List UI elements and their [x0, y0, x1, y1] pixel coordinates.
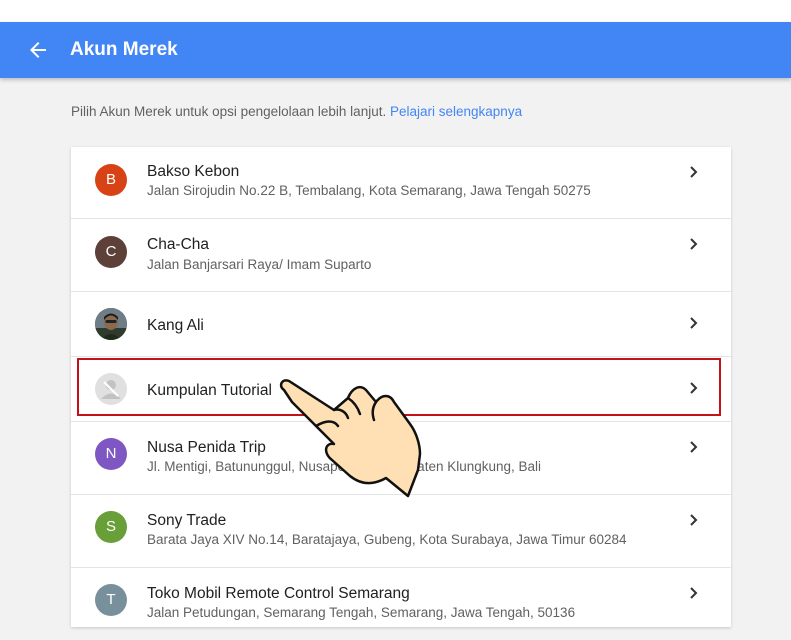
intro-description: Pilih Akun Merek untuk opsi pengelolaan … [71, 104, 387, 119]
chevron-right-icon [690, 587, 698, 599]
back-arrow-icon[interactable] [26, 38, 50, 62]
account-name: Kang Ali [147, 317, 204, 334]
account-row-kang-ali[interactable]: Kang Ali [71, 292, 731, 357]
page-title: Akun Merek [70, 39, 178, 60]
chevron-right-icon [690, 441, 698, 453]
chevron-right-icon [690, 382, 698, 394]
account-address: Jl. Mentigi, Batununggul, Nusapenida, Ka… [147, 459, 542, 474]
account-name: Bakso Kebon [147, 163, 240, 180]
account-address: Barata Jaya XIV No.14, Baratajaya, Guben… [147, 532, 627, 547]
account-row-nusa-penida-trip[interactable]: N Nusa Penida Trip Jl. Mentigi, Batunung… [71, 422, 731, 495]
account-row-kumpulan-tutorial[interactable]: Kumpulan Tutorial [71, 357, 731, 422]
account-row-bakso-kebon[interactable]: B Bakso Kebon Jalan Sirojudin No.22 B, T… [71, 147, 731, 219]
account-name: Cha-Cha [147, 236, 210, 253]
avatar: T [95, 584, 127, 616]
account-row-sony-trade[interactable]: S Sony Trade Barata Jaya XIV No.14, Bara… [71, 495, 731, 568]
default-person-icon [95, 373, 127, 405]
chevron-right-icon [690, 514, 698, 526]
app-bar: Akun Merek [0, 22, 791, 78]
account-name: Nusa Penida Trip [147, 439, 266, 456]
chevron-right-icon [690, 166, 698, 178]
chevron-right-icon [690, 238, 698, 250]
avatar: N [95, 438, 127, 470]
account-row-cha-cha[interactable]: C Cha-Cha Jalan Banjarsari Raya/ Imam Su… [71, 219, 731, 292]
account-name: Toko Mobil Remote Control Semarang [147, 585, 410, 602]
avatar: C [95, 236, 127, 268]
chevron-right-icon [690, 317, 698, 329]
avatar: S [95, 511, 127, 543]
person-photo-avatar [95, 308, 127, 340]
account-address: Jalan Sirojudin No.22 B, Tembalang, Kota… [147, 183, 591, 198]
brand-account-list: B Bakso Kebon Jalan Sirojudin No.22 B, T… [71, 147, 731, 627]
top-strip [0, 0, 791, 22]
account-name: Kumpulan Tutorial [147, 382, 272, 399]
avatar: B [95, 164, 127, 196]
account-address: Jalan Petudungan, Semarang Tengah, Semar… [147, 605, 576, 620]
intro-text: Pilih Akun Merek untuk opsi pengelolaan … [71, 103, 522, 121]
account-address: Jalan Banjarsari Raya/ Imam Suparto [147, 257, 372, 272]
account-row-toko-mobil-remote-control-semarang[interactable]: T Toko Mobil Remote Control Semarang Jal… [71, 568, 731, 640]
learn-more-link[interactable]: Pelajari selengkapnya [390, 104, 522, 119]
account-name: Sony Trade [147, 512, 227, 529]
